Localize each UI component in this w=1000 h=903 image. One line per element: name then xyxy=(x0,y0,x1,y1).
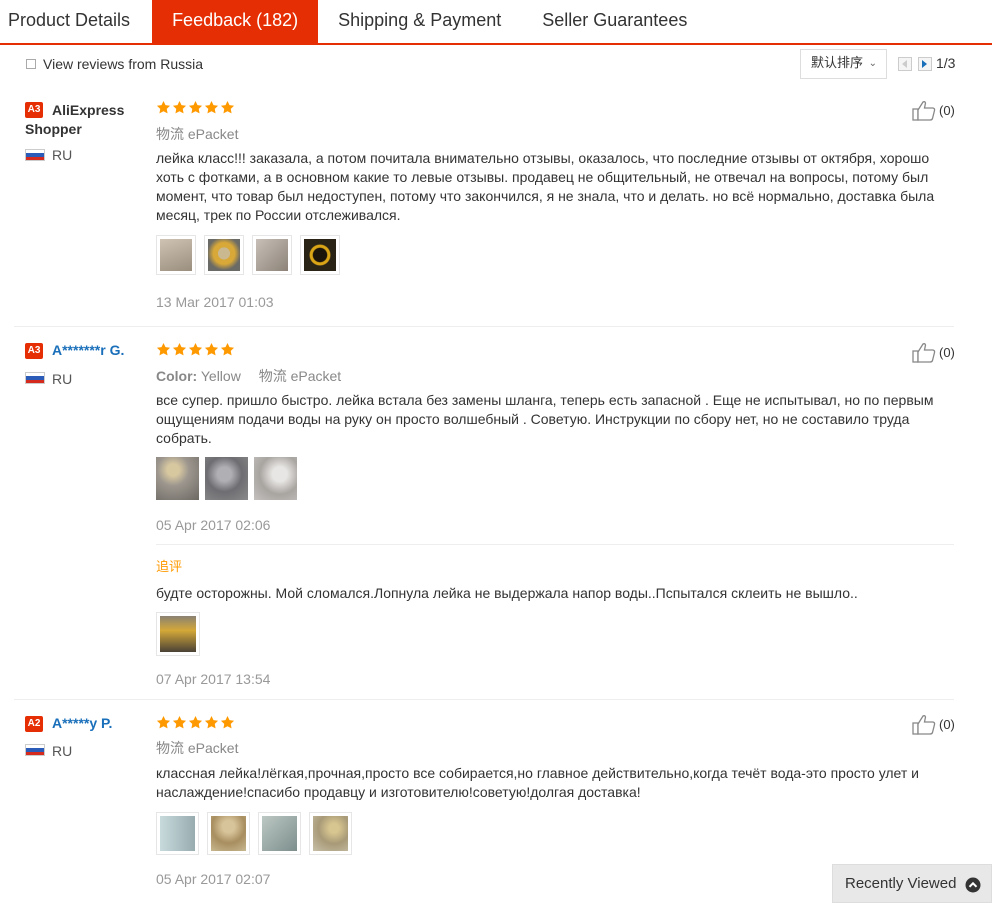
logistics-info: 物流 ePacket xyxy=(156,126,239,142)
level-badge: A2 xyxy=(25,716,43,732)
chevron-down-icon: ⌄ xyxy=(868,58,877,69)
review-photo-thumbnail[interactable] xyxy=(258,812,301,855)
review-divider xyxy=(14,699,954,700)
star-icon xyxy=(156,715,171,729)
star-icon xyxy=(188,342,203,356)
additional-review-photos xyxy=(156,612,208,656)
review-date: 05 Apr 2017 02:07 xyxy=(156,871,271,887)
color-value: Yellow xyxy=(200,368,241,384)
reviewer-country: RU xyxy=(52,743,73,759)
review-text: лейка класс!!! заказала, а потом почитал… xyxy=(156,150,935,223)
review-photos xyxy=(156,457,303,500)
chevron-left-icon xyxy=(902,60,907,68)
review-photo-thumbnail[interactable] xyxy=(156,457,199,500)
star-icon xyxy=(220,342,235,356)
review-photo-thumbnail[interactable] xyxy=(205,457,248,500)
tab-product-details[interactable]: Product Details xyxy=(0,0,152,43)
recently-viewed-label: Recently Viewed xyxy=(845,875,957,892)
page-indicator: 1/3 xyxy=(936,55,956,71)
tab-feedback[interactable]: Feedback (182) xyxy=(152,0,319,43)
star-icon xyxy=(172,100,187,114)
recently-viewed-button[interactable]: Recently Viewed xyxy=(832,864,992,903)
review-photo-thumbnail[interactable] xyxy=(156,612,200,656)
helpful-button[interactable]: (0) xyxy=(912,342,962,364)
review-photo-thumbnail[interactable] xyxy=(252,235,292,275)
star-icon xyxy=(172,342,187,356)
reviewer-country: RU xyxy=(52,371,73,387)
review-photo-thumbnail[interactable] xyxy=(254,457,297,500)
chevron-up-circle-icon xyxy=(965,877,981,893)
review-text: классная лейка!лёгкая,прочная,просто все… xyxy=(156,765,919,800)
sort-label: 默认排序 xyxy=(811,56,864,71)
star-rating xyxy=(156,342,235,358)
review-divider xyxy=(14,326,954,327)
star-icon xyxy=(220,715,235,729)
helpful-count: (0) xyxy=(939,103,955,118)
previous-page-button[interactable] xyxy=(898,57,912,71)
russia-flag-icon xyxy=(25,744,45,756)
review-photo-thumbnail[interactable] xyxy=(207,812,250,855)
additional-review-divider xyxy=(156,544,954,545)
star-rating xyxy=(156,100,235,116)
view-russia-label[interactable]: View reviews from Russia xyxy=(43,56,203,72)
product-attributes: Color: Yellow 物流 ePacket xyxy=(156,366,341,386)
sort-dropdown[interactable]: 默认排序 ⌄ xyxy=(800,49,887,79)
star-icon xyxy=(156,342,171,356)
additional-review-date: 07 Apr 2017 13:54 xyxy=(156,671,271,687)
review-photo-thumbnail[interactable] xyxy=(300,235,340,275)
star-icon xyxy=(204,715,219,729)
review-date: 05 Apr 2017 02:06 xyxy=(156,517,271,533)
thumbs-up-icon xyxy=(912,715,936,735)
additional-review-text: будте осторожны. Мой сломался.Лопнула ле… xyxy=(156,585,858,601)
color-label: Color: xyxy=(156,368,198,384)
star-icon xyxy=(172,715,187,729)
reviewer-name: AliExpress Shopper xyxy=(25,102,125,137)
russia-flag-icon xyxy=(25,372,45,384)
review-photos xyxy=(156,812,360,855)
review-date: 13 Mar 2017 01:03 xyxy=(156,294,274,310)
review-photos xyxy=(156,235,348,275)
review-photo-thumbnail[interactable] xyxy=(204,235,244,275)
thumbs-up-icon xyxy=(912,101,936,121)
tab-shipping-payment[interactable]: Shipping & Payment xyxy=(318,0,521,43)
star-icon xyxy=(204,342,219,356)
russia-flag-icon xyxy=(25,149,45,161)
star-icon xyxy=(156,100,171,114)
review-photo-thumbnail[interactable] xyxy=(156,235,196,275)
star-rating xyxy=(156,715,235,731)
star-icon xyxy=(188,100,203,114)
star-icon xyxy=(220,100,235,114)
star-icon xyxy=(188,715,203,729)
level-badge: A3 xyxy=(25,343,43,359)
tab-seller-guarantees[interactable]: Seller Guarantees xyxy=(521,0,708,43)
chevron-right-icon xyxy=(922,60,927,68)
review-photo-thumbnail[interactable] xyxy=(309,812,352,855)
helpful-count: (0) xyxy=(939,717,955,732)
view-russia-checkbox[interactable] xyxy=(26,59,36,69)
helpful-button[interactable]: (0) xyxy=(912,714,962,736)
reviewer-name[interactable]: A*******r G. xyxy=(52,342,124,358)
review-text: все супер. пришло быстро. лейка встала б… xyxy=(156,392,934,446)
reviewer-name[interactable]: A*****y P. xyxy=(52,715,112,731)
logistics-info: 物流 ePacket xyxy=(156,740,239,756)
review-photo-thumbnail[interactable] xyxy=(156,812,199,855)
next-page-button[interactable] xyxy=(918,57,932,71)
feedback-toolbar: View reviews from Russia 默认排序 ⌄ 1/3 xyxy=(0,46,992,84)
reviewer-country: RU xyxy=(52,147,73,163)
additional-review-label: 追评 xyxy=(156,560,183,575)
star-icon xyxy=(204,100,219,114)
helpful-count: (0) xyxy=(939,345,955,360)
helpful-button[interactable]: (0) xyxy=(912,100,962,122)
thumbs-up-icon xyxy=(912,343,936,363)
logistics-info: 物流 ePacket xyxy=(258,368,342,384)
tab-bar: Product Details Feedback (182) Shipping … xyxy=(0,0,992,45)
